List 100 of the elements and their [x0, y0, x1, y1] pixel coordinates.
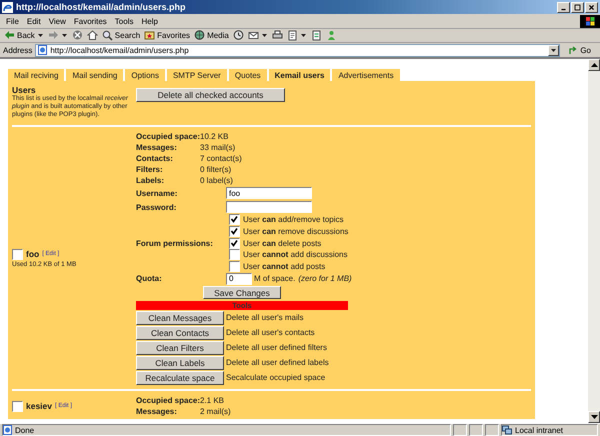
- tab[interactable]: Mail sending: [66, 69, 124, 81]
- toolbar-button[interactable]: Search: [100, 30, 142, 42]
- toolbar-button[interactable]: Favorites: [143, 30, 192, 42]
- username-field[interactable]: foo: [226, 187, 312, 199]
- menu-item[interactable]: Edit: [22, 16, 45, 26]
- tool-button[interactable]: Clean Labels: [136, 356, 224, 370]
- windows-flag-icon: [580, 14, 600, 28]
- menu-item[interactable]: File: [2, 16, 23, 26]
- permission-label: User can remove discussions: [243, 227, 348, 236]
- stop-icon: [72, 30, 83, 41]
- stat-value: 33 mail(s): [200, 143, 236, 152]
- stat-label: Occupied space:: [136, 396, 200, 406]
- toolbar-button[interactable]: Back: [3, 30, 36, 42]
- browser-icon: [2, 2, 13, 12]
- go-button[interactable]: Go: [563, 46, 597, 54]
- address-field[interactable]: http://localhost/kemail/admin/users.php: [35, 44, 560, 56]
- envelope-icon: [248, 30, 259, 41]
- back-arrow-icon: [4, 30, 15, 41]
- home-icon: [86, 30, 98, 41]
- document-icon: [286, 30, 298, 41]
- tab[interactable]: Mail reciving: [8, 69, 64, 81]
- save-button[interactable]: Save Changes: [203, 286, 281, 300]
- quota-field[interactable]: 0: [226, 272, 252, 285]
- scroll-down-button[interactable]: [588, 411, 600, 423]
- tool-description: Secalculate occupied space: [226, 373, 326, 382]
- tool-button[interactable]: Clean Filters: [136, 340, 224, 355]
- toolbar-button[interactable]: [232, 30, 245, 42]
- scrollbar[interactable]: [588, 59, 600, 423]
- quota-hint: (zero for 1 MB): [298, 274, 352, 284]
- globe-icon: [194, 30, 206, 41]
- clock-icon: [232, 30, 244, 41]
- toolbar-button[interactable]: [286, 30, 299, 42]
- tab[interactable]: Options: [125, 69, 165, 81]
- window-title: http://localhost/kemail/admin/users.php: [16, 2, 187, 12]
- close-button[interactable]: [585, 2, 598, 12]
- tool-button[interactable]: Clean Contacts: [136, 326, 224, 340]
- tab[interactable]: Kemail users: [268, 69, 330, 81]
- tool-button[interactable]: Recalculate space: [136, 370, 224, 385]
- network-icon: [502, 425, 512, 435]
- checkbox[interactable]: [229, 226, 240, 238]
- page-icon: [38, 45, 48, 55]
- checkbox[interactable]: [229, 214, 240, 226]
- stat-label: Messages:: [136, 407, 178, 416]
- menu-item[interactable]: View: [44, 16, 70, 26]
- address-label: Address: [3, 46, 32, 54]
- zone-text: Local intranet: [515, 426, 564, 434]
- stat-value: 2 mail(s): [200, 407, 231, 416]
- tool-button[interactable]: Clean Messages: [136, 310, 224, 325]
- password-field[interactable]: [226, 201, 312, 213]
- stat-value: 0 label(s): [200, 176, 233, 185]
- stat-label: Occupied space:: [136, 132, 200, 141]
- permission-label: User can add/remove topics: [243, 215, 344, 224]
- tab[interactable]: Advertisements: [332, 69, 400, 81]
- user-name: foo: [26, 249, 40, 260]
- checkbox[interactable]: [229, 238, 240, 249]
- field-label: Quota:: [136, 274, 163, 284]
- menu-item[interactable]: Help: [137, 16, 162, 26]
- down-arrow-icon: [590, 415, 598, 419]
- menu-item[interactable]: Tools: [110, 16, 138, 26]
- delete-accounts-button[interactable]: Delete all checked accounts: [136, 88, 285, 102]
- menu-item[interactable]: Favorites: [70, 16, 111, 26]
- dropdown-button[interactable]: [548, 44, 560, 56]
- toolbar-button[interactable]: Media: [193, 30, 230, 42]
- field-label: Forum permissions:: [136, 238, 214, 248]
- printer-icon: [272, 30, 283, 41]
- person-icon: [326, 30, 337, 41]
- toolbar-button[interactable]: [246, 30, 260, 42]
- search-icon: [102, 30, 113, 41]
- user-name: kesiev: [26, 401, 52, 412]
- toolbar-button[interactable]: [310, 30, 323, 42]
- permission-label: User cannot add discussions: [243, 250, 348, 260]
- caret-icon: [62, 34, 67, 37]
- maximize-button[interactable]: [571, 2, 584, 12]
- stat-label: Contacts:: [136, 154, 174, 163]
- tab[interactable]: SMTP Server: [166, 69, 227, 81]
- scroll-up-button[interactable]: [588, 59, 600, 71]
- checkbox[interactable]: [229, 261, 240, 272]
- toolbar-button[interactable]: [70, 30, 84, 42]
- minimize-button[interactable]: [557, 2, 570, 12]
- section-heading: Users: [12, 85, 37, 95]
- tool-description: Delete all user defined filters: [226, 343, 327, 352]
- tool-description: Delete all user defined labels: [226, 358, 329, 368]
- checkbox[interactable]: [12, 248, 23, 260]
- stat-value: 7 contact(s): [200, 154, 242, 163]
- up-arrow-icon: [590, 63, 598, 67]
- checkbox[interactable]: [229, 249, 240, 260]
- caret-icon: [262, 34, 267, 37]
- toolbar-button[interactable]: [86, 30, 99, 42]
- stat-label: Labels:: [136, 176, 166, 185]
- stat-label: Filters:: [136, 165, 164, 174]
- close-icon: [587, 2, 596, 12]
- forward-arrow-icon: [48, 30, 59, 41]
- caret-icon: [551, 48, 556, 52]
- caret-icon: [38, 34, 43, 37]
- permission-label: User cannot add posts: [243, 262, 326, 272]
- field-label: Username:: [136, 188, 178, 198]
- tab[interactable]: Quotes: [228, 69, 267, 81]
- stat-value: 2.1 KB: [200, 396, 224, 406]
- toolbar-button[interactable]: [270, 30, 284, 42]
- checkbox[interactable]: [12, 400, 23, 412]
